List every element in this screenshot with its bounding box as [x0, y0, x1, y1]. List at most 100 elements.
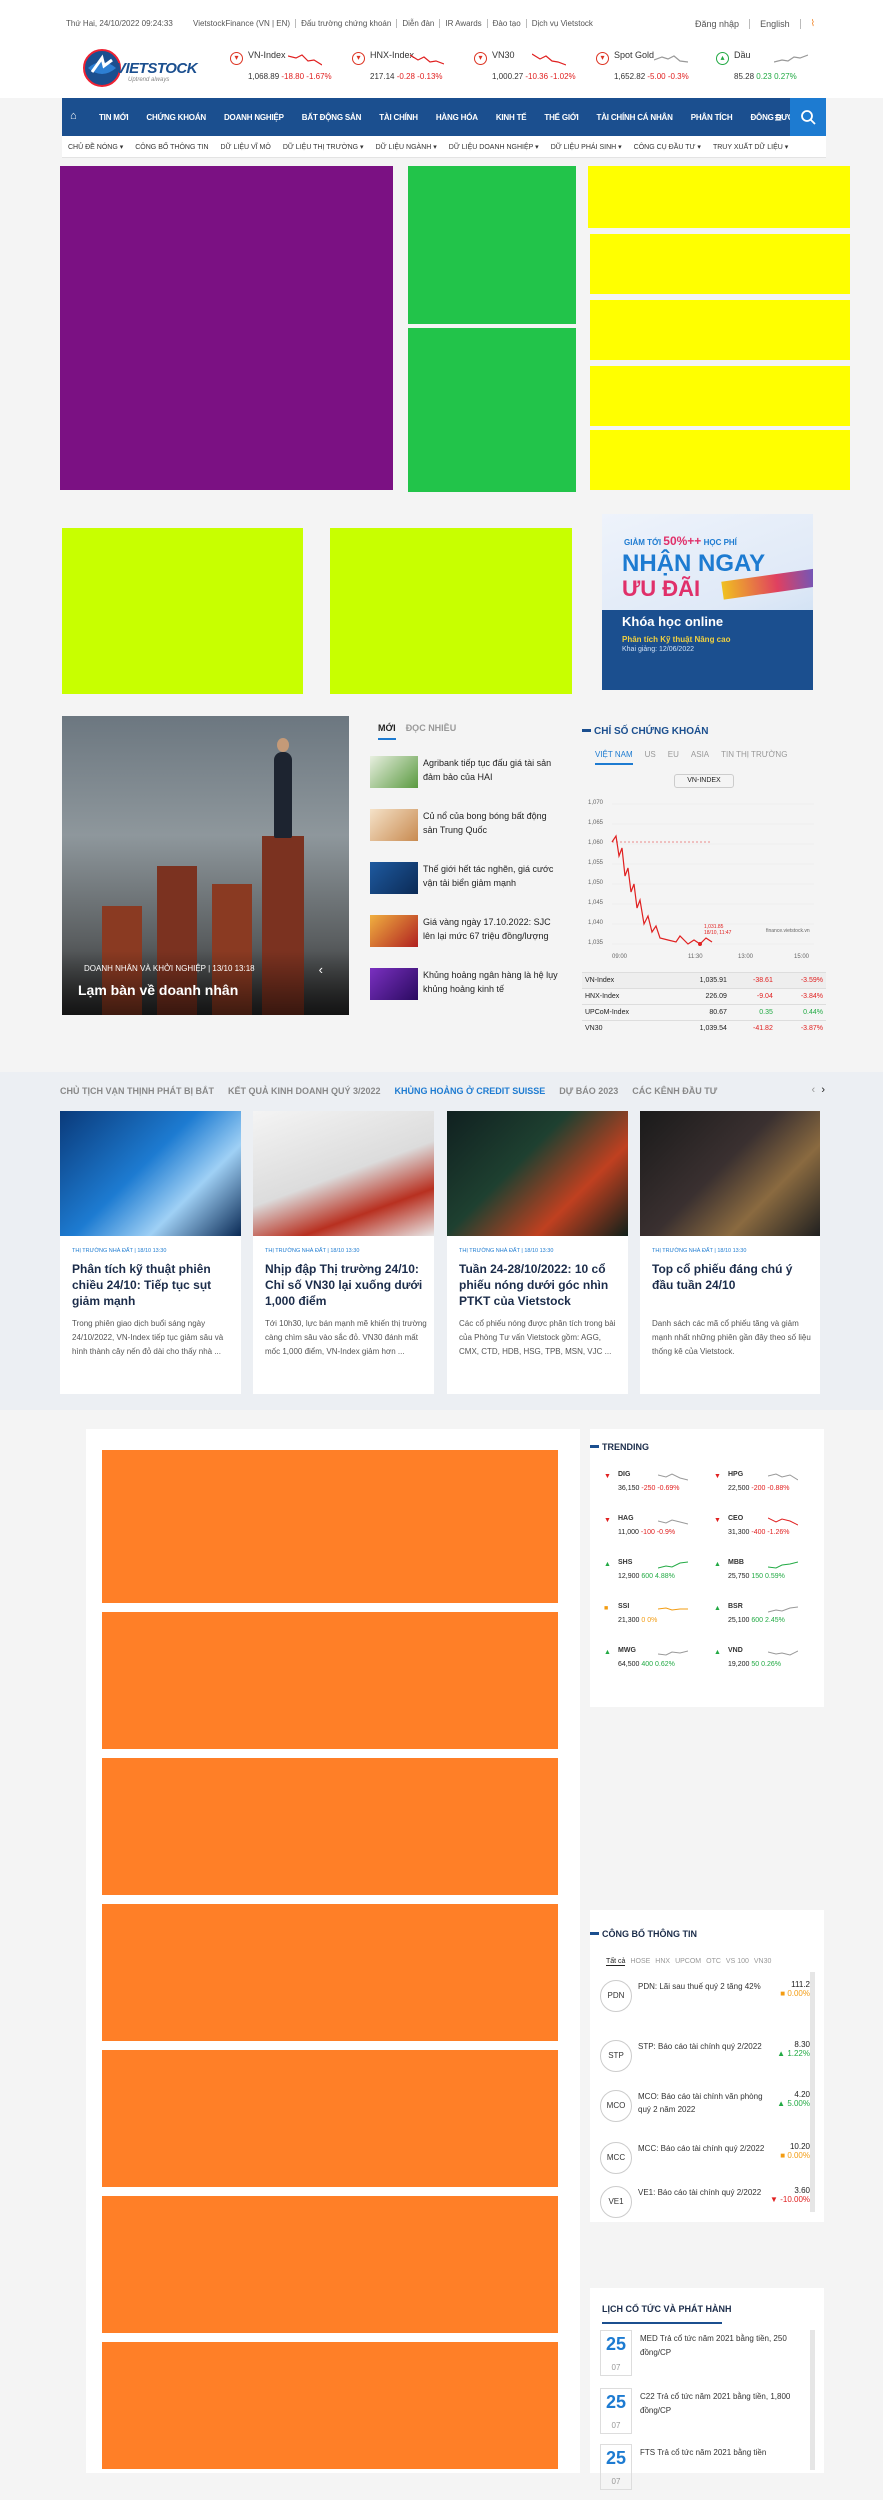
tab-market-news[interactable]: TIN THỊ TRƯỜNG: [721, 750, 787, 765]
subnav-item[interactable]: DỮ LIỆU THỊ TRƯỜNG ▾: [277, 143, 370, 151]
disclosure-text[interactable]: MCO: Báo cáo tài chính văn phòng quý 2 n…: [638, 2090, 766, 2116]
table-row[interactable]: VN-Index 1,035.91 -38.61 -3.59%: [582, 972, 826, 989]
tab[interactable]: UPCOM: [675, 1958, 701, 1966]
tab[interactable]: VN30: [754, 1958, 772, 1966]
scrollbar[interactable]: [810, 2330, 815, 2470]
tab-vietnam[interactable]: VIỆT NAM: [595, 750, 633, 765]
card-title[interactable]: Nhịp đập Thị trường 24/10: Chỉ số VN30 l…: [265, 1261, 427, 1309]
disclosure-text[interactable]: PDN: Lãi sau thuế quý 2 tăng 42%: [638, 1980, 766, 1993]
tab-us[interactable]: US: [645, 750, 656, 765]
article-card[interactable]: THỊ TRƯỜNG NHÀ ĐẤT | 18/10 13:30 Phân tí…: [60, 1111, 241, 1394]
news-title[interactable]: Củ nổ của bong bóng bất động sản Trung Q…: [423, 809, 558, 837]
promo-banner[interactable]: GIẢM TỚI 50%++ HỌC PHÍ NHẬN NGAY ƯU ĐÃI …: [602, 514, 813, 690]
search-button[interactable]: [790, 98, 826, 136]
ad-block-yellow[interactable]: [588, 166, 850, 228]
ad-block-yellow[interactable]: [590, 366, 850, 426]
disclosure-text[interactable]: STP: Báo cáo tài chính quý 2/2022: [638, 2040, 766, 2053]
news-item[interactable]: Giá vàng ngày 17.10.2022: SJC lên lại mứ…: [368, 915, 558, 965]
dividend-text[interactable]: MED Trả cổ tức năm 2021 bằng tiền, 250 đ…: [640, 2332, 810, 2360]
ticker-oil[interactable]: ▴ Dầu 85.28 0.23 0.27%: [716, 50, 814, 90]
trending-item[interactable]: ▼ CEO 31,300 -400 -1.26%: [710, 1515, 814, 1551]
ad-block-lime[interactable]: [330, 528, 572, 694]
tab[interactable]: HNX: [655, 1958, 670, 1966]
card-title[interactable]: Phân tích kỹ thuật phiên chiều 24/10: Ti…: [72, 1261, 234, 1309]
news-title[interactable]: Thế giới hết tác nghẽn, giá cước vận tải…: [423, 862, 558, 890]
ad-block-orange[interactable]: [102, 2050, 558, 2187]
dividend-text[interactable]: FTS Trả cổ tức năm 2021 bằng tiền: [640, 2446, 810, 2460]
scrollbar[interactable]: [810, 1972, 815, 2212]
tab[interactable]: OTC: [706, 1958, 721, 1966]
subnav-item[interactable]: CHỦ ĐỀ NÓNG ▾: [62, 143, 129, 151]
ticker-spot-gold[interactable]: ▾ Spot Gold 1,652.82 -5.00 -0.3%: [596, 50, 694, 90]
news-title[interactable]: Giá vàng ngày 17.10.2022: SJC lên lại mứ…: [423, 915, 558, 943]
top-link[interactable]: Đào tạo: [486, 19, 526, 28]
nav-item[interactable]: TÀI CHÍNH CÁ NHÂN: [588, 113, 682, 122]
ticker-vn30[interactable]: ▾ VN30 1,000.27 -10.36 -1.02%: [474, 50, 576, 90]
language-link[interactable]: English: [760, 19, 790, 29]
subnav-item[interactable]: TRUY XUẤT DỮ LIỆU ▾: [707, 143, 794, 151]
topic-tag[interactable]: KẾT QUẢ KINH DOANH QUÝ 3/2022: [228, 1086, 381, 1096]
tab-eu[interactable]: EU: [668, 750, 679, 765]
dividend-text[interactable]: C22 Trả cổ tức năm 2021 bằng tiền, 1,800…: [640, 2390, 810, 2418]
logo[interactable]: VIETSTOCK Uptrend always: [82, 46, 202, 90]
ad-block-orange[interactable]: [102, 1758, 558, 1895]
table-row[interactable]: UPCoM-Index 80.67 0.35 0.44%: [582, 1004, 826, 1021]
hamburger-icon[interactable]: ≡: [774, 110, 782, 125]
disclosure-text[interactable]: MCC: Báo cáo tài chính quý 2/2022: [638, 2142, 766, 2155]
nav-item[interactable]: DOANH NGHIỆP: [215, 113, 293, 122]
card-title[interactable]: Tuần 24-28/10/2022: 10 cổ phiếu nóng dướ…: [459, 1261, 621, 1309]
nav-item[interactable]: HÀNG HÓA: [427, 113, 487, 122]
tab-new[interactable]: MỚI: [378, 723, 396, 740]
login-link[interactable]: Đăng nhập: [695, 19, 739, 29]
nav-item[interactable]: BẤT ĐỘNG SẢN: [293, 113, 370, 122]
topic-tag[interactable]: CHỦ TỊCH VẠN THỊNH PHÁT BỊ BẮT: [60, 1086, 214, 1096]
article-card[interactable]: THỊ TRƯỜNG NHÀ ĐẤT | 18/10 13:30 Top cổ …: [640, 1111, 820, 1394]
nav-item[interactable]: PHÂN TÍCH: [682, 113, 742, 122]
ad-block-purple[interactable]: [60, 166, 393, 490]
hero-category[interactable]: DOANH NHÂN VÀ KHỞI NGHIỆP | 13/10 13:18: [84, 964, 255, 973]
topic-tag[interactable]: KHỦNG HOẢNG Ở CREDIT SUISSE: [395, 1086, 546, 1096]
ad-block-yellow[interactable]: [590, 234, 850, 294]
trending-item[interactable]: ▲ VND 19,200 50 0.26%: [710, 1647, 814, 1683]
news-item[interactable]: Agribank tiếp tục đấu giá tài sản đảm bả…: [368, 756, 558, 806]
trending-item[interactable]: ▲ MWG 64,500 400 0.62%: [600, 1647, 704, 1683]
ad-block-green[interactable]: [408, 166, 576, 324]
ad-block-orange[interactable]: [102, 1612, 558, 1749]
trending-item[interactable]: ▼ DIG 36,150 -250 -0.69%: [600, 1471, 704, 1507]
news-title[interactable]: Agribank tiếp tục đấu giá tài sản đảm bả…: [423, 756, 558, 784]
ticker-vnindex[interactable]: ▾ VN-Index 1,068.89 -18.80 -1.67%: [230, 50, 332, 90]
nav-item[interactable]: THẾ GIỚI: [535, 113, 587, 122]
subnav-item[interactable]: DỮ LIỆU VĨ MÔ: [215, 144, 277, 151]
ad-block-orange[interactable]: [102, 2342, 558, 2469]
trending-item[interactable]: ▲ MBB 25,750 150 0.59%: [710, 1559, 814, 1595]
trending-item[interactable]: ▼ HPG 22,500 -200 -0.88%: [710, 1471, 814, 1507]
top-link[interactable]: Đấu trường chứng khoán: [295, 19, 396, 28]
dividend-item[interactable]: 25 07 C22 Trả cổ tức năm 2021 bằng tiền, 1…: [600, 2388, 810, 2444]
nav-item[interactable]: TÀI CHÍNH: [370, 113, 427, 122]
top-link[interactable]: Diễn đàn: [396, 19, 439, 28]
ad-block-yellow[interactable]: [590, 300, 850, 360]
subnav-item[interactable]: DỮ LIỆU PHÁI SINH ▾: [545, 143, 628, 151]
trending-item[interactable]: ▼ HAG 11,000 -100 -0.9%: [600, 1515, 704, 1551]
dividend-item[interactable]: 25 07 MED Trả cổ tức năm 2021 bằng tiền, 2…: [600, 2330, 810, 2386]
topic-tag[interactable]: CÁC KÊNH ĐẦU TƯ: [632, 1086, 717, 1096]
trending-item[interactable]: ▲ SHS 12,900 600 4.88%: [600, 1559, 704, 1595]
home-icon[interactable]: ⌂: [62, 98, 90, 136]
news-title[interactable]: Khủng hoảng ngân hàng là hệ lụy khủng ho…: [423, 968, 558, 996]
ad-block-yellow[interactable]: [590, 430, 850, 490]
ad-block-orange[interactable]: [102, 1450, 558, 1603]
topic-tag[interactable]: DỰ BÁO 2023: [559, 1086, 618, 1096]
subnav-item[interactable]: CÔNG BỐ THÔNG TIN: [129, 144, 214, 151]
nav-item[interactable]: TIN MỚI: [90, 113, 137, 122]
article-card[interactable]: THỊ TRƯỜNG NHÀ ĐẤT | 18/10 13:30 Tuần 24…: [447, 1111, 628, 1394]
tab[interactable]: HOSE: [630, 1958, 650, 1966]
tab[interactable]: VS 100: [726, 1958, 749, 1966]
trending-item[interactable]: ■ SSI 21,300 0 0%: [600, 1603, 704, 1639]
card-title[interactable]: Top cổ phiếu đáng chú ý đầu tuần 24/10: [652, 1261, 814, 1293]
tab-most-read[interactable]: ĐỌC NHIỀU: [406, 723, 457, 740]
subnav-item[interactable]: DỮ LIỆU DOANH NGHIỆP ▾: [443, 143, 545, 151]
ad-block-lime[interactable]: [62, 528, 303, 694]
nav-item[interactable]: KINH TẾ: [487, 113, 536, 122]
disclosure-item[interactable]: MCO MCO: Báo cáo tài chính văn phòng quý …: [600, 2090, 810, 2150]
chevron-left-icon[interactable]: ‹: [812, 1084, 816, 1096]
